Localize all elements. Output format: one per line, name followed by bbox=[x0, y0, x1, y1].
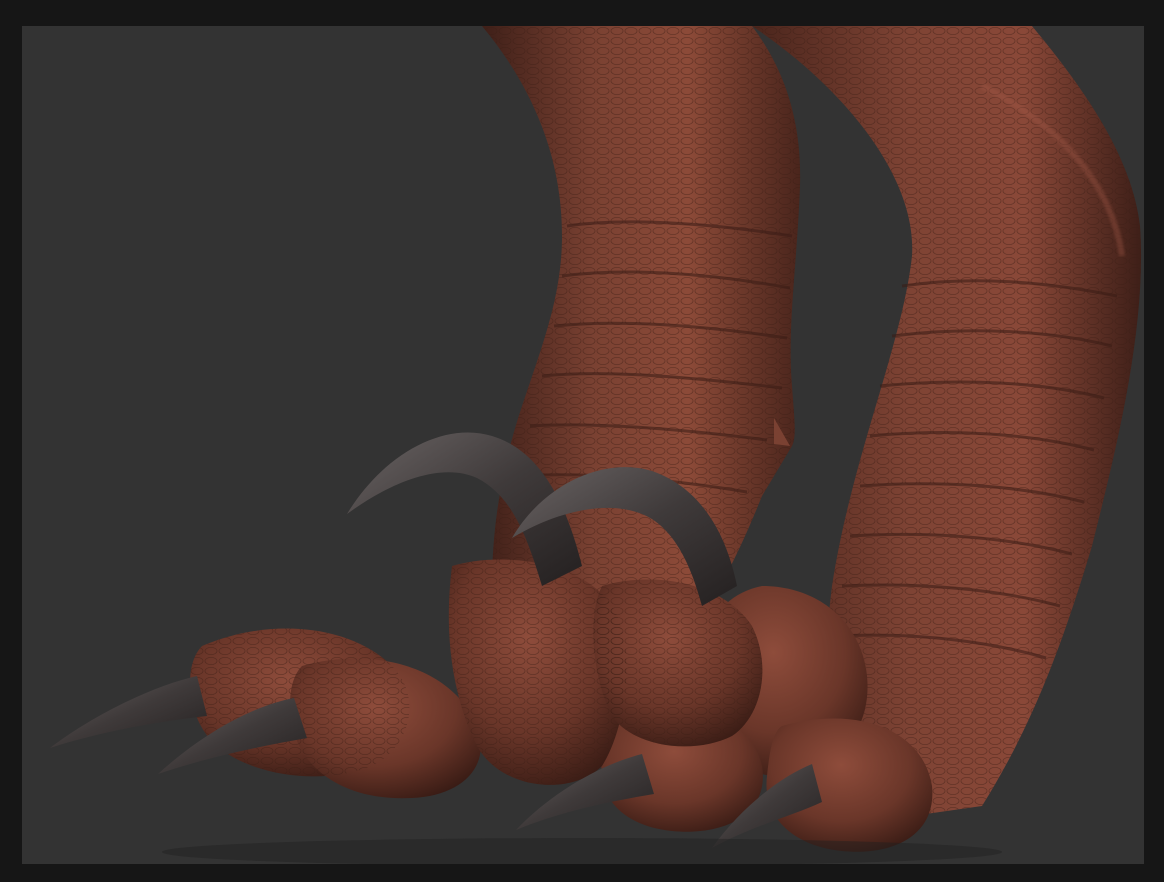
render-viewport bbox=[22, 26, 1144, 864]
creature-feet-render bbox=[50, 26, 1142, 864]
render-frame bbox=[0, 0, 1164, 882]
